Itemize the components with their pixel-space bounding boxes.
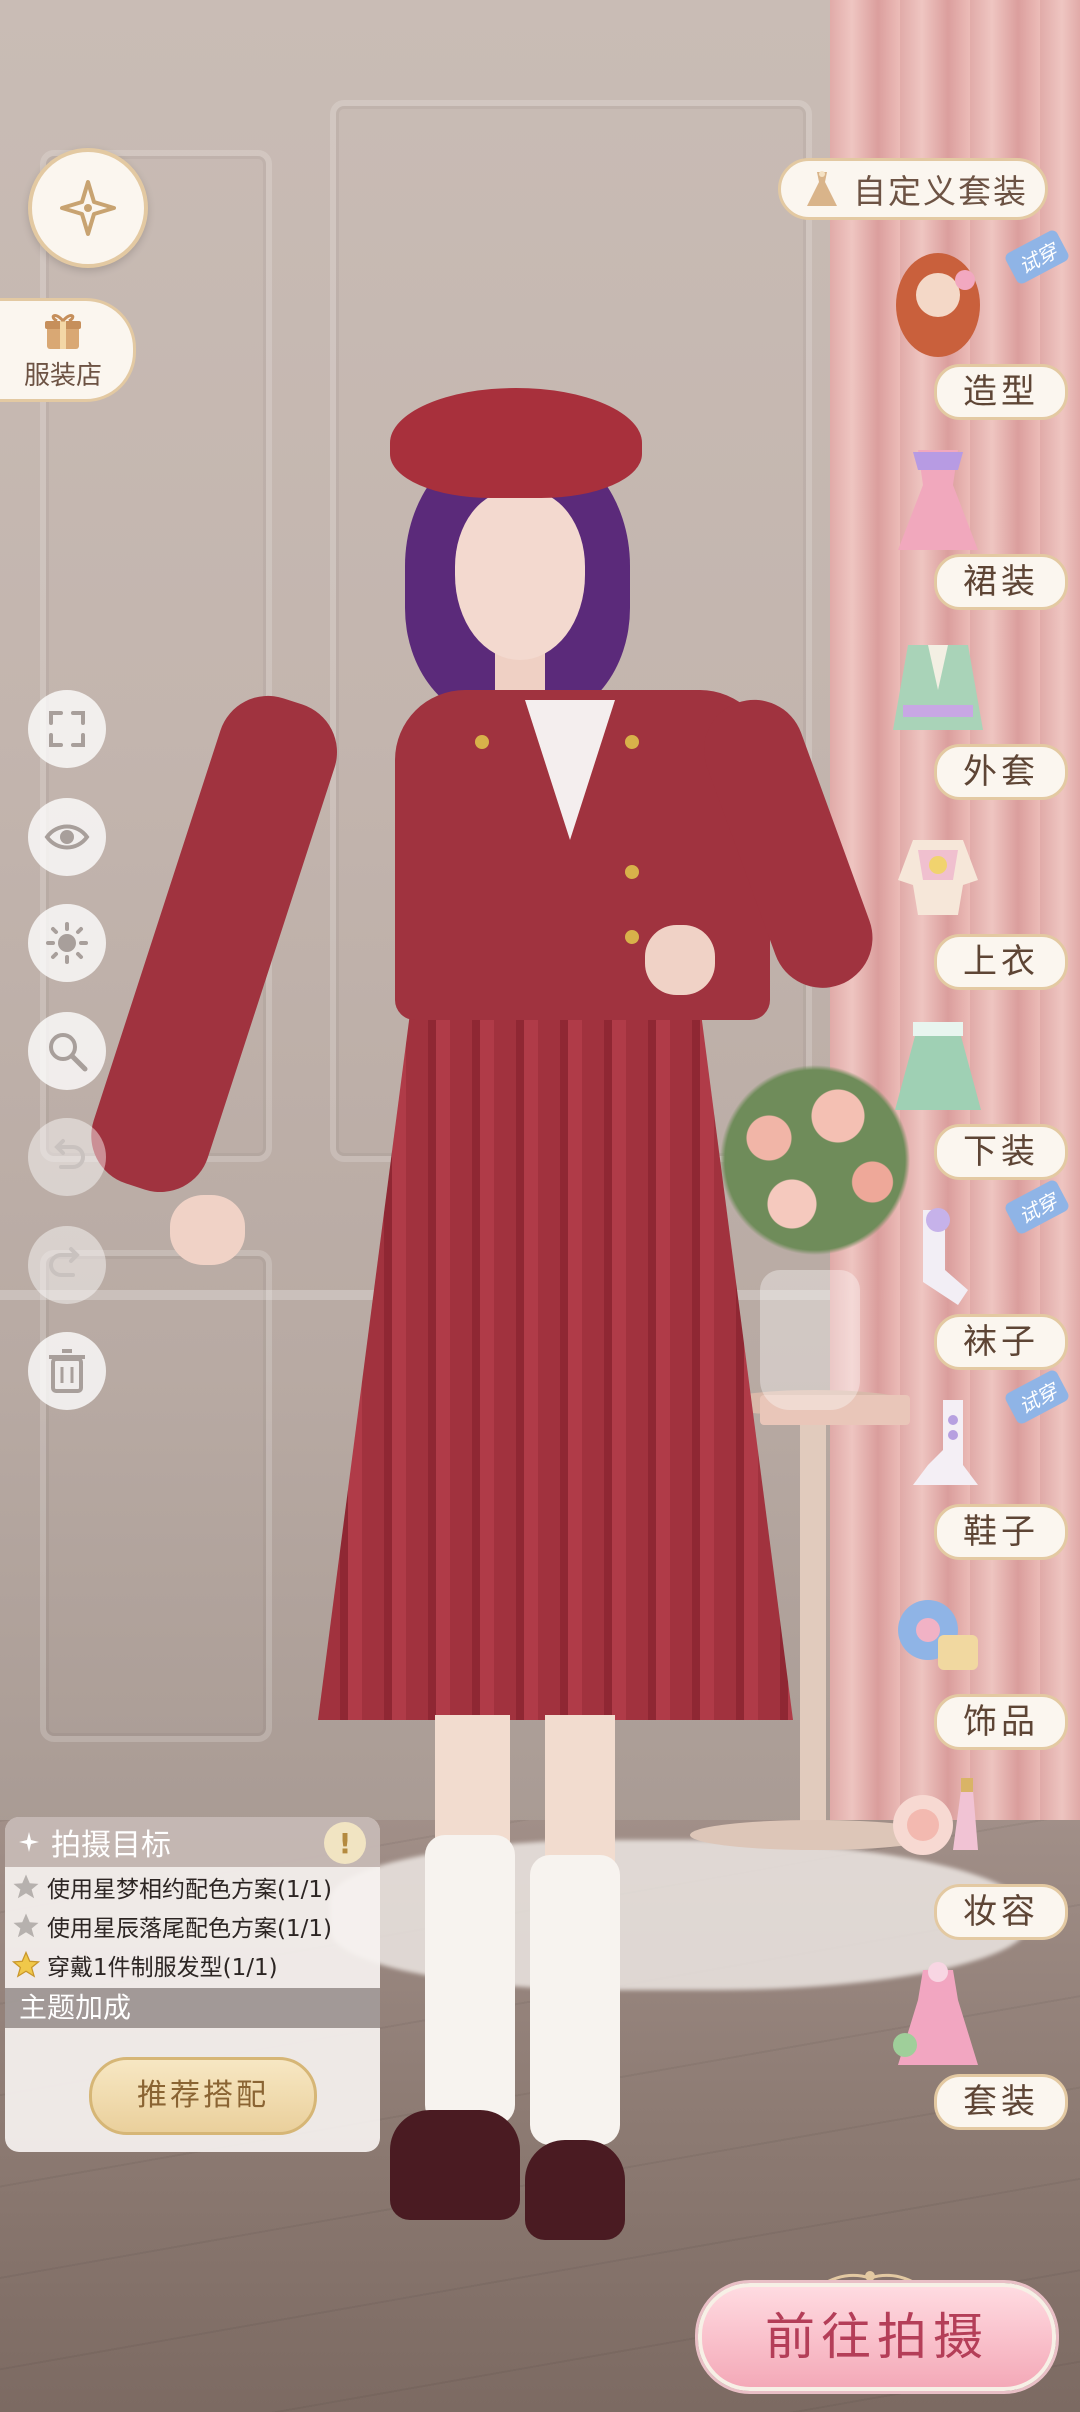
lighting-button[interactable]: [28, 904, 106, 982]
photo-goals-panel: 拍摄目标 ! 使用星梦相约配色方案(1/1) 使用星辰落尾配色方案(1/1) 穿…: [5, 1817, 380, 2152]
dress-thumbnail: [878, 440, 998, 560]
zoom-icon: [49, 1033, 88, 1072]
clothing-shop-button[interactable]: 服装店: [0, 298, 136, 402]
clear-outfit-button[interactable]: [28, 1332, 106, 1410]
undo-button[interactable]: [28, 1118, 106, 1196]
makeup-thumbnail: [878, 1770, 998, 1890]
jacket-button: [475, 735, 489, 749]
character-right-hand: [645, 925, 715, 995]
eye-icon: [44, 824, 90, 850]
shoes-thumbnail: [878, 1390, 998, 1510]
undo-icon: [54, 1139, 85, 1169]
category-label: 下装: [934, 1124, 1068, 1180]
trash-icon: [49, 1349, 85, 1393]
character-left-hand: [170, 1195, 245, 1265]
category-top[interactable]: 上衣: [858, 820, 1068, 990]
exclamation-icon[interactable]: !: [324, 1822, 366, 1864]
go-shoot-button[interactable]: 前往拍摄: [698, 2283, 1056, 2391]
goal-text: 使用星梦相约配色方案(1/1): [47, 1876, 332, 1903]
jacket-button: [625, 735, 639, 749]
compass-star-icon: [60, 180, 116, 236]
custom-outfit-label: 自定义套装: [853, 172, 1028, 211]
fullscreen-icon: [49, 711, 85, 747]
goal-item: 使用星梦相约配色方案(1/1): [5, 1867, 380, 1906]
dress-icon: [807, 171, 837, 206]
character-shoe: [390, 2110, 520, 2220]
category-dress[interactable]: 裙装: [858, 440, 1068, 610]
photo-goals-header[interactable]: 拍摄目标 !: [5, 1817, 380, 1867]
top-thumbnail: [878, 820, 998, 940]
category-label: 妆容: [934, 1884, 1068, 1940]
goal-item: 穿戴1件制服发型(1/1): [5, 1945, 380, 1984]
character-beret: [390, 388, 642, 498]
back-button[interactable]: [28, 148, 148, 268]
hide-ui-button[interactable]: [28, 798, 106, 876]
recommend-outfit-button[interactable]: 推荐搭配: [89, 2057, 317, 2135]
character-sock: [425, 1835, 515, 2125]
silver-star-icon: [11, 1911, 41, 1941]
goal-text: 使用星辰落尾配色方案(1/1): [47, 1915, 332, 1942]
brightness-icon: [46, 922, 88, 964]
socks-thumbnail: [878, 1200, 998, 1320]
category-label: 裙装: [934, 554, 1068, 610]
character-left-arm: [78, 682, 351, 1206]
character-shoe: [525, 2140, 625, 2240]
bottom-thumbnail: [878, 1010, 998, 1130]
character-sock: [530, 1855, 620, 2145]
redo-icon: [49, 1247, 80, 1277]
fullscreen-button[interactable]: [28, 690, 106, 768]
theme-bonus-label: 主题加成: [5, 1988, 380, 2028]
gift-box-icon: [45, 313, 81, 349]
hairstyle-thumbnail: [878, 250, 998, 370]
category-shoes[interactable]: 试穿 鞋子: [858, 1368, 1071, 1560]
category-label: 造型: [934, 364, 1068, 420]
category-label: 袜子: [934, 1314, 1068, 1370]
character-face: [455, 490, 585, 660]
category-label: 套装: [934, 2074, 1068, 2130]
category-label: 饰品: [934, 1694, 1068, 1750]
silver-star-icon: [11, 1872, 41, 1902]
custom-outfit-button[interactable]: 自定义套装: [778, 158, 1048, 220]
accessories-thumbnail: [878, 1580, 998, 1700]
category-makeup[interactable]: 妆容: [858, 1770, 1068, 1940]
jacket-button: [625, 865, 639, 879]
category-label: 上衣: [934, 934, 1068, 990]
category-label: 外套: [934, 744, 1068, 800]
category-bottom[interactable]: 下装: [858, 1010, 1068, 1180]
redo-button[interactable]: [28, 1226, 106, 1304]
zoom-button[interactable]: [28, 1012, 106, 1090]
jacket-button: [625, 930, 639, 944]
clothing-shop-label: 服装店: [23, 360, 102, 391]
outfit-set-thumbnail: [878, 1960, 998, 2080]
category-coat[interactable]: 外套: [858, 630, 1068, 800]
photo-goals-title: 拍摄目标: [51, 1828, 171, 1863]
category-hairstyle[interactable]: 试穿 造型: [858, 228, 1071, 420]
category-socks[interactable]: 试穿 袜子: [858, 1178, 1071, 1370]
goal-text: 穿戴1件制服发型(1/1): [47, 1954, 278, 1981]
goal-item: 使用星辰落尾配色方案(1/1): [5, 1906, 380, 1945]
gold-star-icon: [11, 1950, 41, 1980]
coat-thumbnail: [878, 630, 998, 750]
category-outfit-set[interactable]: 套装: [858, 1960, 1068, 2130]
category-label: 鞋子: [934, 1504, 1068, 1560]
character-pleated-skirt: [318, 990, 793, 1720]
sparkle-icon: [19, 1832, 39, 1852]
category-accessories[interactable]: 饰品: [858, 1580, 1068, 1750]
